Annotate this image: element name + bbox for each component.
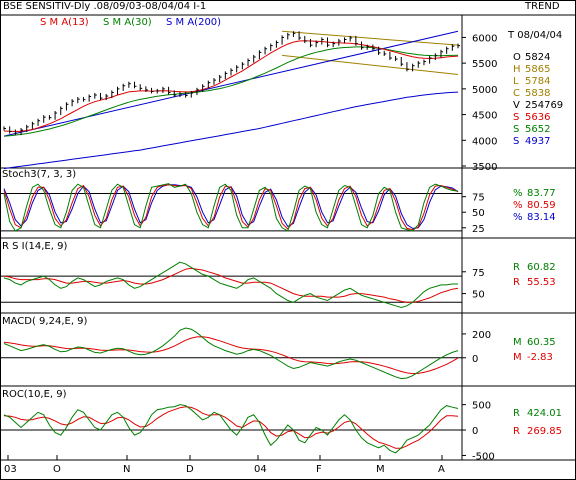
- price-stat-value: 5636: [525, 112, 551, 123]
- price-stat-value: 4937: [525, 136, 551, 147]
- indicator-value-number: 55.53: [527, 277, 556, 288]
- macd-tick-label: 200: [472, 330, 491, 341]
- chart-title: BSE SENSITIV-Dly .08/09/03-08/04/04 I-1: [3, 1, 207, 12]
- indicator-value: R 269.85: [513, 426, 562, 437]
- price-stat-value: 5838: [525, 88, 551, 99]
- x-tick-label: M: [376, 464, 385, 475]
- price-stat-key: V: [513, 100, 520, 111]
- price-stat: S 5636: [513, 112, 550, 123]
- indicator-value-key: %: [513, 200, 523, 211]
- price-stat-key: S: [513, 124, 520, 135]
- indicator-value-number: 60.35: [527, 337, 556, 348]
- price-stat-value: 5784: [525, 76, 551, 87]
- indicator-value-key: M: [513, 337, 522, 348]
- indicator-value-key: M: [513, 352, 522, 363]
- stoch-tick-label: 50: [472, 208, 485, 219]
- roc-label: ROC(10,E, 9): [2, 389, 67, 400]
- price-stat: L 5784: [513, 76, 550, 87]
- price-stat-key: C: [513, 88, 520, 99]
- indicator-value-number: 424.01: [527, 408, 562, 419]
- price-stat-key: H: [513, 64, 521, 75]
- indicator-value-number: 60.82: [527, 262, 556, 273]
- price-tick-label: 4000: [472, 136, 497, 147]
- chart-canvas: 350040004500500055006000 255075 5075 020…: [0, 0, 576, 480]
- price-stat: S 5652: [513, 124, 550, 135]
- price-tick-label: 5500: [472, 59, 497, 70]
- rsi-label: R S I(14,E, 9): [2, 241, 68, 252]
- indicator-value: % 83.14: [513, 212, 556, 223]
- x-tick-label: A: [438, 464, 445, 475]
- x-tick-label: F: [316, 464, 322, 475]
- indicator-value-key: R: [513, 426, 520, 437]
- macd-tick-label: 0: [472, 354, 478, 365]
- indicator-value: % 80.59: [513, 200, 556, 211]
- price-tick-label: 5000: [472, 85, 497, 96]
- stoch-tick-label: 25: [472, 224, 485, 235]
- indicator-value: R 60.82: [513, 262, 556, 273]
- price-tick-label: 4500: [472, 111, 497, 122]
- price-stat-value: 254769: [525, 100, 564, 111]
- roc-tick-label: 500: [472, 401, 491, 412]
- x-tick-label: N: [123, 464, 130, 475]
- price-stat-key: S: [513, 136, 520, 147]
- indicator-value: % 83.77: [513, 188, 556, 199]
- sma200-legend: S M A(200): [166, 17, 222, 28]
- indicator-value: R 424.01: [513, 408, 562, 419]
- indicator-value: M -2.83: [513, 352, 553, 363]
- price-stat-key: L: [513, 76, 519, 87]
- x-tick-label: 04: [254, 464, 267, 475]
- price-stat-value: 5824: [525, 52, 551, 63]
- price-stat: V 254769: [513, 100, 563, 111]
- roc-tick-label: -500: [472, 451, 495, 462]
- indicator-value-key: R: [513, 277, 520, 288]
- x-tick-label: O: [53, 464, 61, 475]
- price-stat: S 4937: [513, 136, 550, 147]
- price-stat-key: O: [513, 52, 521, 63]
- indicator-value-number: 269.85: [527, 426, 562, 437]
- indicator-value-key: R: [513, 262, 520, 273]
- price-stat-value: 5652: [525, 124, 551, 135]
- stoch-label: Stoch3(7, 3, 3): [2, 169, 77, 180]
- macd-label: MACD( 9,24,E, 9): [2, 316, 88, 327]
- indicator-value: R 55.53: [513, 277, 556, 288]
- price-stat: C 5838: [513, 88, 550, 99]
- rsi-tick-label: 75: [472, 268, 485, 279]
- indicator-value-number: 83.77: [527, 188, 556, 199]
- x-tick-label: D: [186, 464, 194, 475]
- price-tick-label: 6000: [472, 33, 497, 44]
- sma13-legend: S M A(13): [40, 17, 89, 28]
- stoch-tick-label: 75: [472, 193, 485, 204]
- indicator-value: M 60.35: [513, 337, 556, 348]
- indicator-value-number: 80.59: [527, 200, 556, 211]
- indicator-value-key: R: [513, 408, 520, 419]
- price-stat-value: 5865: [525, 64, 551, 75]
- rsi-tick-label: 50: [472, 290, 485, 301]
- price-stat: O 5824: [513, 52, 550, 63]
- sma30-legend: S M A(30): [103, 17, 152, 28]
- date-readout: T 08/04/04: [508, 30, 563, 41]
- price-stat-key: S: [513, 112, 520, 123]
- indicator-value-number: 83.14: [527, 212, 556, 223]
- x-tick-label: 03: [4, 464, 17, 475]
- indicator-value-key: %: [513, 212, 523, 223]
- indicator-value-key: %: [513, 188, 523, 199]
- roc-tick-label: 0: [472, 426, 478, 437]
- price-tick-label: 3500: [472, 162, 497, 173]
- indicator-value-number: -2.83: [527, 352, 553, 363]
- trend-label: TREND: [525, 1, 560, 12]
- price-stat: H 5865: [513, 64, 550, 75]
